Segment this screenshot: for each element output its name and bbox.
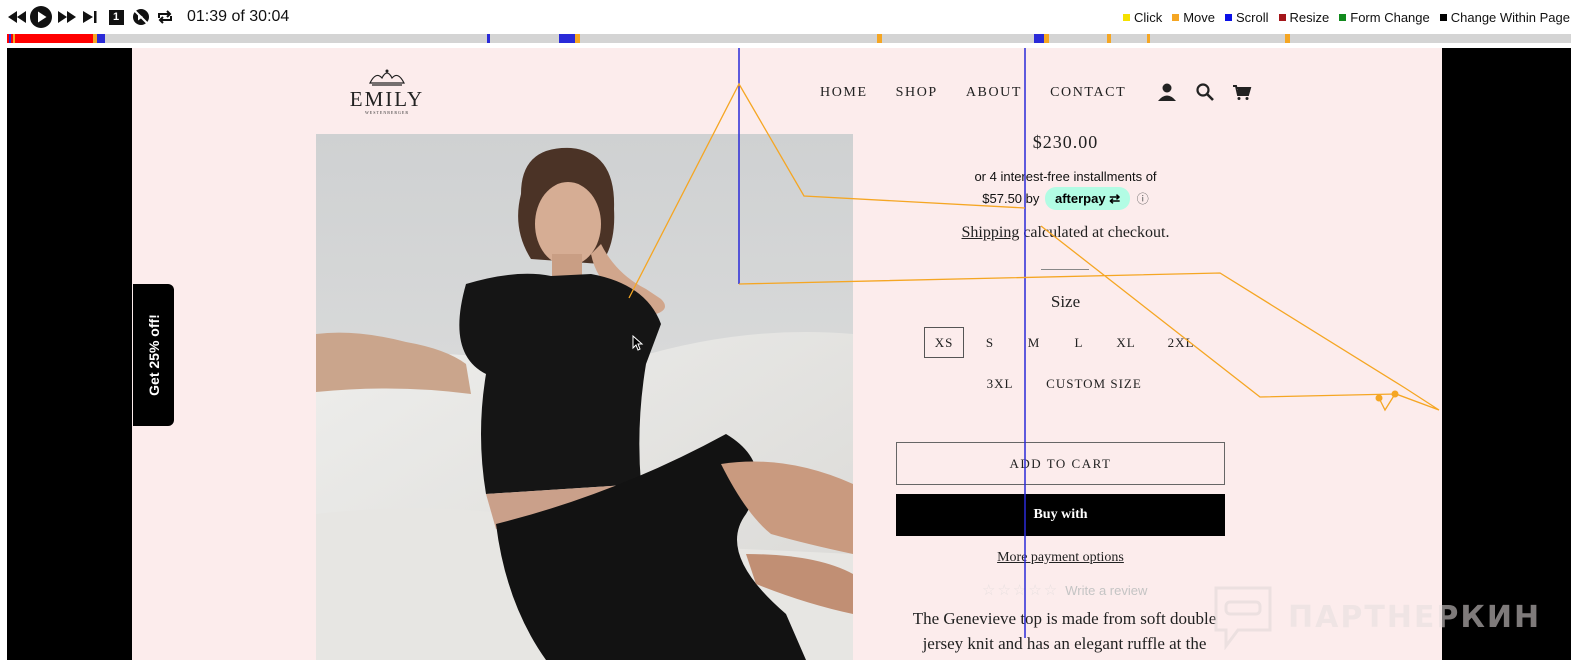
- installment-amount: $57.50 by: [982, 191, 1040, 206]
- nav-about[interactable]: ABOUT: [966, 85, 1022, 101]
- size-option-2xl[interactable]: 2XL: [1162, 327, 1200, 358]
- size-label: Size: [1050, 292, 1081, 311]
- installments-amount-row: $57.50 by afterpay ⇄ ⓘ: [927, 187, 1204, 210]
- main-nav: HOME SHOP ABOUT CONTACT: [820, 85, 1154, 101]
- legend-swatch: [1172, 14, 1180, 21]
- legend-swatch: [1278, 14, 1286, 21]
- shipping-link[interactable]: Shipping: [962, 224, 1020, 241]
- timeline-event: [1107, 34, 1111, 43]
- watermark-text: ПАРТНЕРКИН: [1288, 599, 1542, 635]
- cart-icon[interactable]: [1231, 81, 1253, 103]
- timeline-event: [575, 34, 580, 43]
- installments-info: or 4 interest-free installments of $57.5…: [927, 166, 1204, 210]
- fast-forward-icon[interactable]: [58, 7, 76, 27]
- shipping-text: calculated at checkout.: [1019, 224, 1170, 241]
- timeline-event: [487, 34, 490, 43]
- timeline-event: [97, 34, 105, 43]
- legend-label: Change Within Page: [1450, 10, 1570, 25]
- timeline-progress: [7, 34, 93, 43]
- star-rating: ☆☆☆☆☆: [982, 582, 1060, 599]
- watermark-logo-icon: [1214, 586, 1272, 650]
- site-logo[interactable]: EMILY WESTENBERGER: [348, 68, 426, 115]
- replay-viewport: EMILY WESTENBERGER HOME SHOP ABOUT CONTA…: [7, 48, 1571, 660]
- discount-promo-tab[interactable]: Get 25% off!: [133, 284, 174, 426]
- rewind-icon[interactable]: [8, 7, 26, 27]
- legend-item: Form Change: [1339, 10, 1430, 25]
- afterpay-badge[interactable]: afterpay ⇄: [1045, 187, 1131, 210]
- legend-item: Move: [1172, 10, 1215, 25]
- nav-shop[interactable]: SHOP: [896, 85, 938, 101]
- legend-item: Scroll: [1225, 10, 1269, 25]
- product-image[interactable]: [316, 134, 853, 660]
- legend-label: Form Change: [1350, 10, 1430, 25]
- size-option-xs[interactable]: XS: [924, 327, 964, 358]
- divider: [1041, 269, 1089, 270]
- legend-swatch: [1225, 14, 1232, 21]
- timeline-event: [1044, 34, 1049, 43]
- loop-icon[interactable]: [156, 7, 174, 27]
- legend-label: Scroll: [1236, 10, 1269, 25]
- speed-value: 1: [108, 9, 124, 25]
- legend-label: Move: [1183, 10, 1215, 25]
- legend-item: Click: [1123, 10, 1162, 25]
- size-option-m[interactable]: M: [1022, 327, 1046, 358]
- buy-with-button[interactable]: Buy with: [896, 494, 1225, 536]
- legend-item: Resize: [1278, 10, 1330, 25]
- product-description: The Genevieve top is made from soft doub…: [912, 609, 1217, 653]
- afterpay-label: afterpay: [1055, 191, 1106, 206]
- legend-item: Change Within Page: [1439, 10, 1570, 25]
- legend-swatch: [1123, 14, 1131, 21]
- legend-swatch: [1439, 14, 1447, 21]
- size-option-3xl[interactable]: 3XL: [981, 368, 1019, 399]
- timeline-event: [13, 34, 15, 43]
- time-readout: 01:39 of 30:04: [187, 8, 290, 25]
- size-option-custom[interactable]: CUSTOM SIZE: [1041, 368, 1147, 399]
- info-icon[interactable]: ⓘ: [1137, 192, 1149, 206]
- product-price: $230.00: [1032, 132, 1099, 152]
- add-to-cart-button[interactable]: ADD TO CART: [896, 442, 1225, 485]
- legend-label: Click: [1134, 10, 1163, 25]
- play-icon[interactable]: [30, 6, 52, 28]
- timeline-event: [9, 34, 11, 43]
- skip-to-end-icon[interactable]: [83, 7, 97, 27]
- size-option-xl[interactable]: XL: [1111, 327, 1141, 358]
- timeline-event: [559, 34, 575, 43]
- shipping-note: Shipping calculated at checkout.: [892, 224, 1239, 242]
- crown-icon: [369, 69, 405, 86]
- account-icon[interactable]: [1156, 81, 1178, 103]
- nav-contact[interactable]: CONTACT: [1050, 85, 1126, 101]
- size-option-l[interactable]: L: [1067, 327, 1091, 358]
- more-payment-options-link[interactable]: More payment options: [896, 550, 1225, 566]
- timeline-event: [1147, 34, 1150, 43]
- replay-player-bar: 1 01:39 of 30:04 Click Move Scroll Resize Fo…: [0, 0, 1578, 34]
- legend-swatch: [1339, 14, 1347, 21]
- size-option-s[interactable]: S: [978, 327, 1002, 358]
- event-legend: Click Move Scroll Resize Form Change Change W…: [1123, 10, 1570, 25]
- logo-name: EMILY: [349, 87, 425, 111]
- promo-label: Get 25% off!: [145, 314, 162, 396]
- mouse-cursor-icon: [632, 335, 644, 351]
- nav-home[interactable]: HOME: [820, 85, 868, 101]
- legend-label: Resize: [1289, 10, 1330, 25]
- playback-speed-badge[interactable]: 1: [108, 7, 124, 27]
- timeline-event: [1034, 34, 1044, 43]
- search-icon[interactable]: [1194, 81, 1216, 103]
- skip-inactivity-icon[interactable]: [132, 7, 150, 27]
- model-photo: [316, 134, 853, 660]
- product-page: EMILY WESTENBERGER HOME SHOP ABOUT CONTA…: [132, 48, 1442, 660]
- timeline-event: [877, 34, 882, 43]
- watermark: ПАРТНЕРКИН: [1212, 584, 1541, 650]
- write-review-link[interactable]: Write a review: [1065, 583, 1147, 598]
- review-row: ☆☆☆☆☆ Write a review: [982, 581, 1147, 599]
- timeline-event: [1285, 34, 1290, 43]
- installments-text: or 4 interest-free installments of: [974, 169, 1157, 184]
- replay-timeline[interactable]: [7, 34, 1571, 43]
